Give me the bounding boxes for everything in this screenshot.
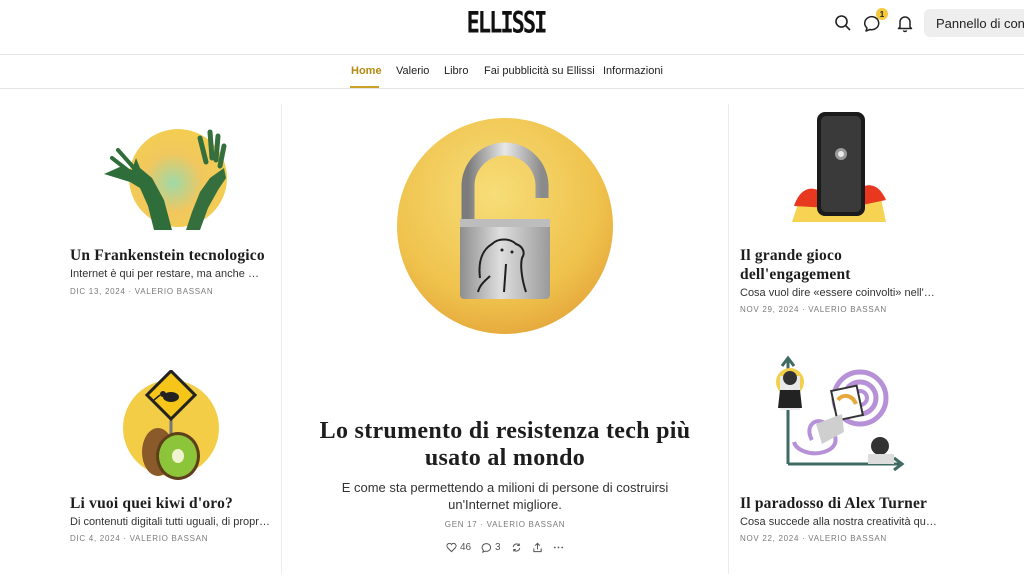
restack-button[interactable] — [511, 540, 525, 554]
post-meta: NOV 22, 2024 · VALERIO BASSAN — [740, 534, 887, 543]
notification-badge: 1 — [876, 8, 888, 20]
nav-item-home[interactable]: Home — [351, 65, 382, 77]
main-nav: Home Valerio Libro Fai pubblicità su Ell… — [0, 55, 1024, 89]
post-title[interactable]: Il paradosso di Alex Turner — [740, 494, 927, 513]
post-title[interactable]: Li vuoi quei kiwi d'oro? — [70, 494, 233, 513]
post-subtitle: Cosa vuol dire «essere coinvolti» nell'e… — [740, 287, 940, 299]
top-bar: ELLISSI 1 Pannello di controllo — [0, 0, 1024, 55]
post-title[interactable]: Il grande gioco dell'engagement — [740, 246, 880, 284]
column-divider — [281, 104, 282, 574]
column-divider — [728, 104, 729, 574]
post-meta: DIC 4, 2024 · VALERIO BASSAN — [70, 534, 209, 543]
search-icon[interactable] — [832, 12, 854, 34]
like-count: 46 — [460, 541, 472, 553]
padlock-image[interactable] — [394, 116, 616, 338]
share-button[interactable] — [532, 540, 546, 554]
featured-post-title[interactable]: Lo strumento di resistenza tech più usat… — [300, 418, 710, 472]
nav-active-indicator — [350, 86, 379, 88]
comment-count: 3 — [495, 541, 501, 553]
nav-item-libro[interactable]: Libro — [444, 65, 468, 77]
comment-button[interactable]: 3 — [481, 540, 501, 554]
share-icon — [533, 542, 542, 552]
post-meta: DIC 13, 2024 · VALERIO BASSAN — [70, 287, 214, 296]
featured-post-subtitle: E come sta permettendo a milioni di pers… — [341, 480, 669, 512]
frankenstein-hands-image[interactable] — [100, 128, 230, 230]
kiwi-image[interactable] — [118, 370, 224, 482]
post-meta: NOV 29, 2024 · VALERIO BASSAN — [740, 305, 887, 314]
post-subtitle: Internet è qui per restare, ma anche per… — [70, 268, 262, 280]
like-button[interactable]: 46 — [446, 540, 471, 554]
heart-icon — [446, 542, 457, 552]
featured-post-meta: GEN 17 · VALERIO BASSAN — [444, 520, 566, 529]
more-icon — [553, 546, 564, 548]
nav-item-advertise[interactable]: Fai pubblicità su Ellissi — [484, 65, 595, 77]
nav-item-info[interactable]: Informazioni — [603, 65, 663, 77]
phone-engagement-image[interactable] — [790, 110, 890, 224]
site-logo[interactable]: ELLISSI — [467, 3, 548, 44]
restack-icon — [512, 542, 521, 552]
bell-icon[interactable] — [894, 12, 916, 34]
post-title[interactable]: Un Frankenstein tecnologico — [70, 246, 265, 265]
dashboard-button[interactable]: Pannello di controllo — [924, 9, 1024, 37]
comment-icon — [481, 542, 492, 553]
alex-turner-collage-image[interactable] — [772, 354, 908, 476]
more-button[interactable] — [553, 540, 567, 554]
post-subtitle: Di contenuti digitali tutti uguali, di p… — [70, 516, 272, 528]
post-subtitle: Cosa succede alla nostra creatività quan… — [740, 516, 940, 528]
nav-item-valerio[interactable]: Valerio — [396, 65, 429, 77]
